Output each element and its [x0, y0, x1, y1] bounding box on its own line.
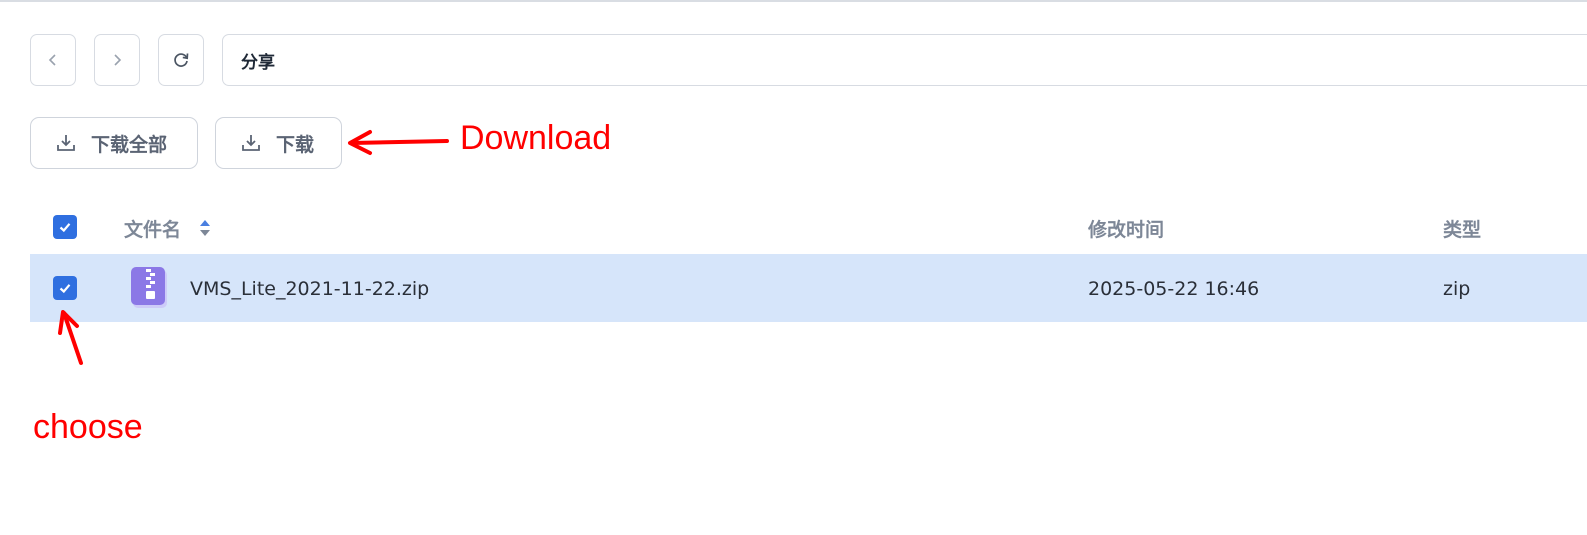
file-type: zip [1443, 278, 1471, 300]
sort-icon[interactable] [198, 217, 212, 239]
check-icon [59, 223, 71, 233]
chevron-right-icon [114, 54, 122, 66]
path-text: 分享 [241, 52, 275, 73]
chevron-left-icon [48, 54, 56, 66]
download-icon [57, 135, 75, 151]
check-icon [59, 284, 71, 294]
file-modified: 2025-05-22 16:46 [1088, 278, 1260, 300]
download-icon [242, 135, 260, 151]
download-all-button[interactable]: 下载全部 [30, 117, 198, 169]
annotation-arrow-choose [58, 310, 83, 365]
annotation-choose: choose [33, 408, 143, 446]
annotation-arrow-download [348, 130, 449, 155]
refresh-button[interactable] [158, 34, 204, 86]
column-header-name[interactable]: 文件名 [124, 215, 212, 242]
path-bar[interactable]: 分享 [222, 34, 1587, 86]
back-button[interactable] [30, 34, 76, 86]
file-name[interactable]: VMS_Lite_2021-11-22.zip [190, 276, 429, 302]
annotation-download: Download [460, 119, 612, 157]
column-header-modified[interactable]: 修改时间 [1088, 215, 1164, 242]
download-label: 下载 [276, 133, 315, 156]
row-checkbox[interactable] [53, 276, 77, 300]
zip-file-icon [131, 267, 167, 308]
column-header-type[interactable]: 类型 [1443, 215, 1481, 242]
select-all-checkbox[interactable] [53, 215, 77, 239]
top-divider [0, 0, 1587, 2]
download-button[interactable]: 下载 [215, 117, 342, 169]
forward-button[interactable] [94, 34, 140, 86]
column-header-name-label: 文件名 [124, 219, 182, 241]
refresh-icon [174, 53, 189, 67]
download-all-label: 下载全部 [91, 133, 168, 156]
